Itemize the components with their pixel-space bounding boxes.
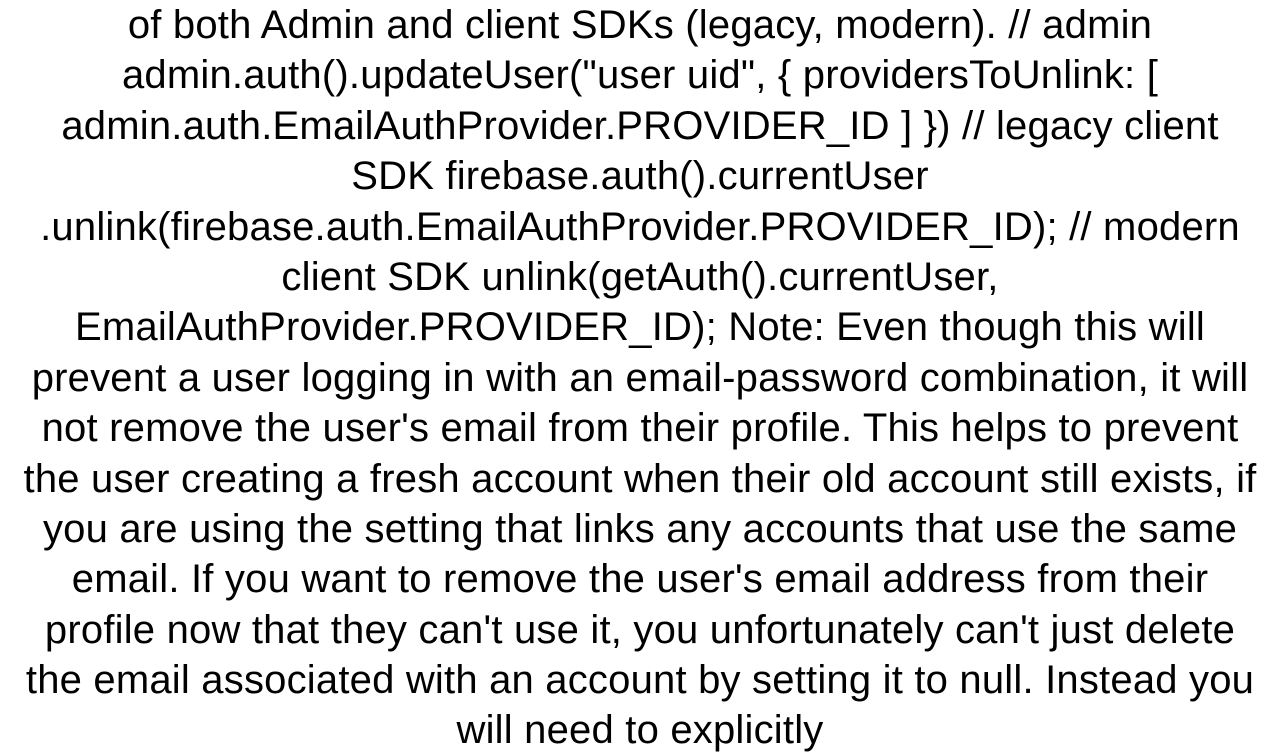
document-body: of both Admin and client SDKs (legacy, m… <box>0 0 1280 756</box>
body-text: of both Admin and client SDKs (legacy, m… <box>24 3 1257 752</box>
